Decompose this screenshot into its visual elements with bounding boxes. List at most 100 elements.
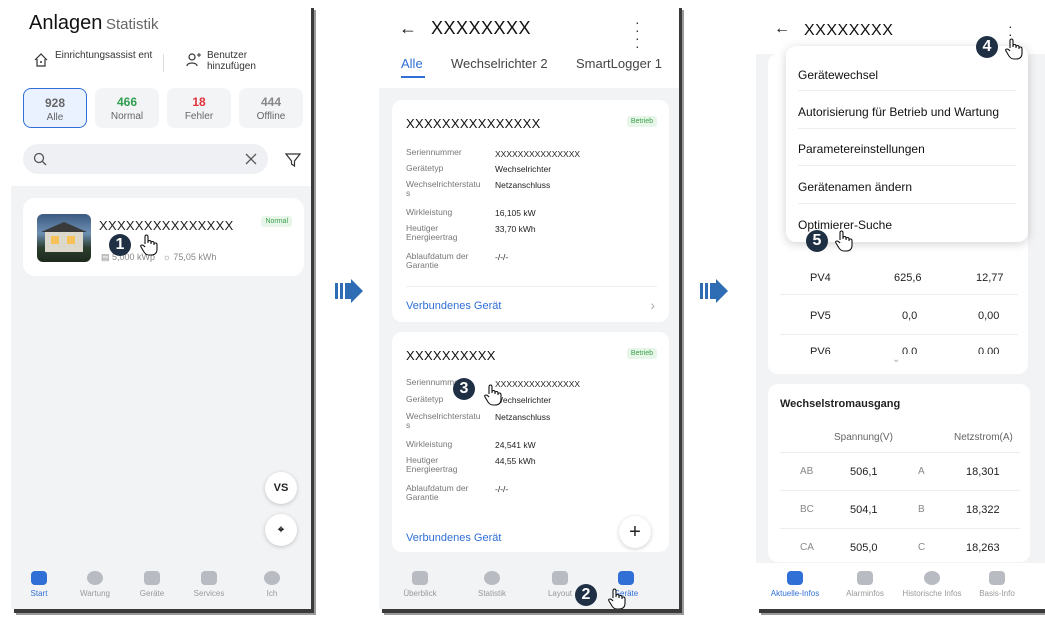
filter-all[interactable]: 928 Alle (23, 88, 87, 128)
divider (780, 528, 1020, 529)
vs-button[interactable]: VS (265, 472, 297, 504)
nav-start[interactable]: Start (14, 571, 64, 598)
connected-device-link[interactable]: Verbundenes Gerät (406, 532, 501, 544)
status-value: Netzanschluss (495, 412, 551, 422)
search-input[interactable] (23, 144, 268, 174)
nav-ueberblick[interactable]: Überblick (395, 571, 445, 598)
screen-device-details: ← XXXXXXXX · ·· · PV4625,612,77 PV50,00,… (756, 4, 1045, 609)
yield-value: 44,55 kWh (495, 456, 536, 466)
bottom-nav: Aktuelle-Infos Alarminfos Historische In… (756, 563, 1045, 609)
current-info-icon (787, 571, 803, 585)
nav-label: Überblick (403, 589, 437, 598)
count-normal: 466 (116, 95, 138, 109)
nav-label: Layout (547, 589, 573, 598)
divider (798, 165, 1016, 166)
menu-item-rename-device[interactable]: Gerätenamen ändern (798, 180, 912, 194)
filter-error[interactable]: 18 Fehler (167, 88, 231, 128)
nav-basic-info[interactable]: Basis-Info (972, 571, 1022, 598)
add-icon[interactable]: + (619, 516, 651, 548)
pointer-hand-icon (140, 234, 158, 256)
alarm-icon (857, 571, 873, 585)
tab-alle[interactable]: Alle (401, 56, 423, 71)
grid-icon (201, 571, 217, 585)
chevron-down-icon[interactable]: ⌄ (892, 354, 900, 365)
device-icon (618, 571, 634, 585)
add-user-label: Benutzer hinzufügen (207, 50, 256, 72)
device-card[interactable]: XXXXXXXXXXXXXXX Betrieb Seriennummer XXX… (392, 100, 669, 322)
serial-value: XXXXXXXXXXXXXXX (495, 149, 581, 159)
more-icon[interactable]: · ·· · (635, 15, 651, 53)
pointer-hand-icon (484, 384, 502, 406)
menu-item-authorization[interactable]: Autorisierung für Betrieb und Wartung (798, 105, 999, 119)
setup-wizard-button[interactable]: Einrichtungsassist ent (34, 50, 155, 67)
count-offline: 444 (260, 95, 282, 109)
nav-ich[interactable]: Ich (247, 571, 297, 598)
nav-statistik[interactable]: Statistik (467, 571, 517, 598)
nav-label: Geräte (139, 589, 165, 598)
divider (798, 128, 1016, 129)
field-label: Gerätetyp (406, 163, 444, 173)
nav-alarms[interactable]: Alarminfos (840, 571, 890, 598)
solar-panel-icon: ▤ (101, 252, 113, 262)
nav-label: Services (193, 589, 225, 598)
plant-card[interactable]: XXXXXXXXXXXXXXX Normal ▤ 5,000 kWp ☼ 75,… (23, 198, 304, 276)
pointer-hand-icon (608, 588, 626, 609)
menu-item-parameter-settings[interactable]: Parametereinstellungen (798, 142, 925, 156)
page-title: Anlagen (29, 12, 103, 34)
clear-icon[interactable] (245, 153, 257, 165)
wrench-icon (87, 571, 103, 585)
flow-arrow-icon (700, 279, 728, 303)
field-label: Wechselrichterstatu s (406, 411, 481, 430)
nav-services[interactable]: Services (184, 571, 234, 598)
tab-smartlogger[interactable]: SmartLogger 1 (576, 56, 662, 71)
step-badge: 4 (976, 36, 998, 58)
table-row: PV6 0,0 0,00 (810, 346, 1000, 354)
filter-normal[interactable]: 466 Normal (95, 88, 159, 128)
tab-wechselrichter[interactable]: Wechselrichter 2 (451, 56, 548, 71)
nav-current-info[interactable]: Aktuelle-Infos (770, 571, 820, 598)
bottom-nav: Überblick Statistik Layout Geräte (379, 563, 679, 609)
add-user-button[interactable]: Benutzer hinzufügen (186, 50, 277, 72)
back-arrow-icon[interactable]: ← (399, 18, 417, 39)
flow-arrow-icon (335, 279, 363, 303)
overview-icon (412, 571, 428, 585)
filter-icon[interactable] (285, 152, 301, 168)
device-icon (144, 571, 160, 585)
field-label: Ablaufdatum der Garantie (406, 483, 469, 502)
type-value: Wechselrichter (495, 164, 552, 174)
field-label: Heutiger Energieertrag (406, 455, 458, 474)
field-label: Wirkleistung (406, 439, 453, 449)
chevron-right-icon[interactable]: › (650, 297, 655, 313)
field-label: Gerätetyp (406, 394, 444, 404)
label-error: Fehler (184, 111, 214, 122)
status-value: Netzanschluss (495, 180, 551, 190)
clock-icon (924, 571, 940, 585)
nav-label: Statistik (477, 589, 506, 598)
step-badge: 2 (575, 584, 597, 606)
tab-statistik[interactable]: Statistik (106, 16, 159, 33)
power-value: 24,541 kW (495, 440, 536, 450)
setup-wizard-label: Einrichtungsassist ent (55, 50, 153, 61)
tab-indicator (401, 76, 425, 78)
menu-item-device-replacement[interactable]: Gerätewechsel (798, 68, 878, 82)
filter-offline[interactable]: 444 Offline (239, 88, 303, 128)
serial-value: XXXXXXXXXXXXXXX (495, 379, 581, 389)
bottom-nav: Start Wartung Geräte Services Ich (11, 563, 311, 609)
connected-device-link[interactable]: Verbundenes Gerät (406, 300, 501, 312)
location-camera-button[interactable]: ⌖ (265, 514, 297, 546)
nav-wartung[interactable]: Wartung (70, 571, 120, 598)
devices-header: ← XXXXXXXX · · · · Alle Wechselrichter 2 … (379, 4, 679, 88)
warranty-value: -/-/- (495, 484, 509, 494)
page-title: XXXXXXXX (431, 18, 532, 38)
field-label: Ablaufdatum der Garantie (406, 251, 469, 270)
more-menu: Gerätewechsel Autorisierung für Betrieb … (786, 46, 1028, 242)
nav-geraete[interactable]: Geräte (127, 571, 177, 598)
user-icon (264, 571, 280, 585)
nav-history[interactable]: Historische Infos (902, 571, 962, 598)
yield-value: 33,70 kWh (495, 224, 536, 234)
field-label: Seriennummer (406, 147, 462, 157)
nav-label: Aktuelle-Infos (770, 589, 820, 598)
pointer-hand-icon (835, 230, 853, 252)
back-arrow-icon[interactable]: ← (774, 20, 790, 38)
step-badge: 5 (806, 230, 828, 252)
